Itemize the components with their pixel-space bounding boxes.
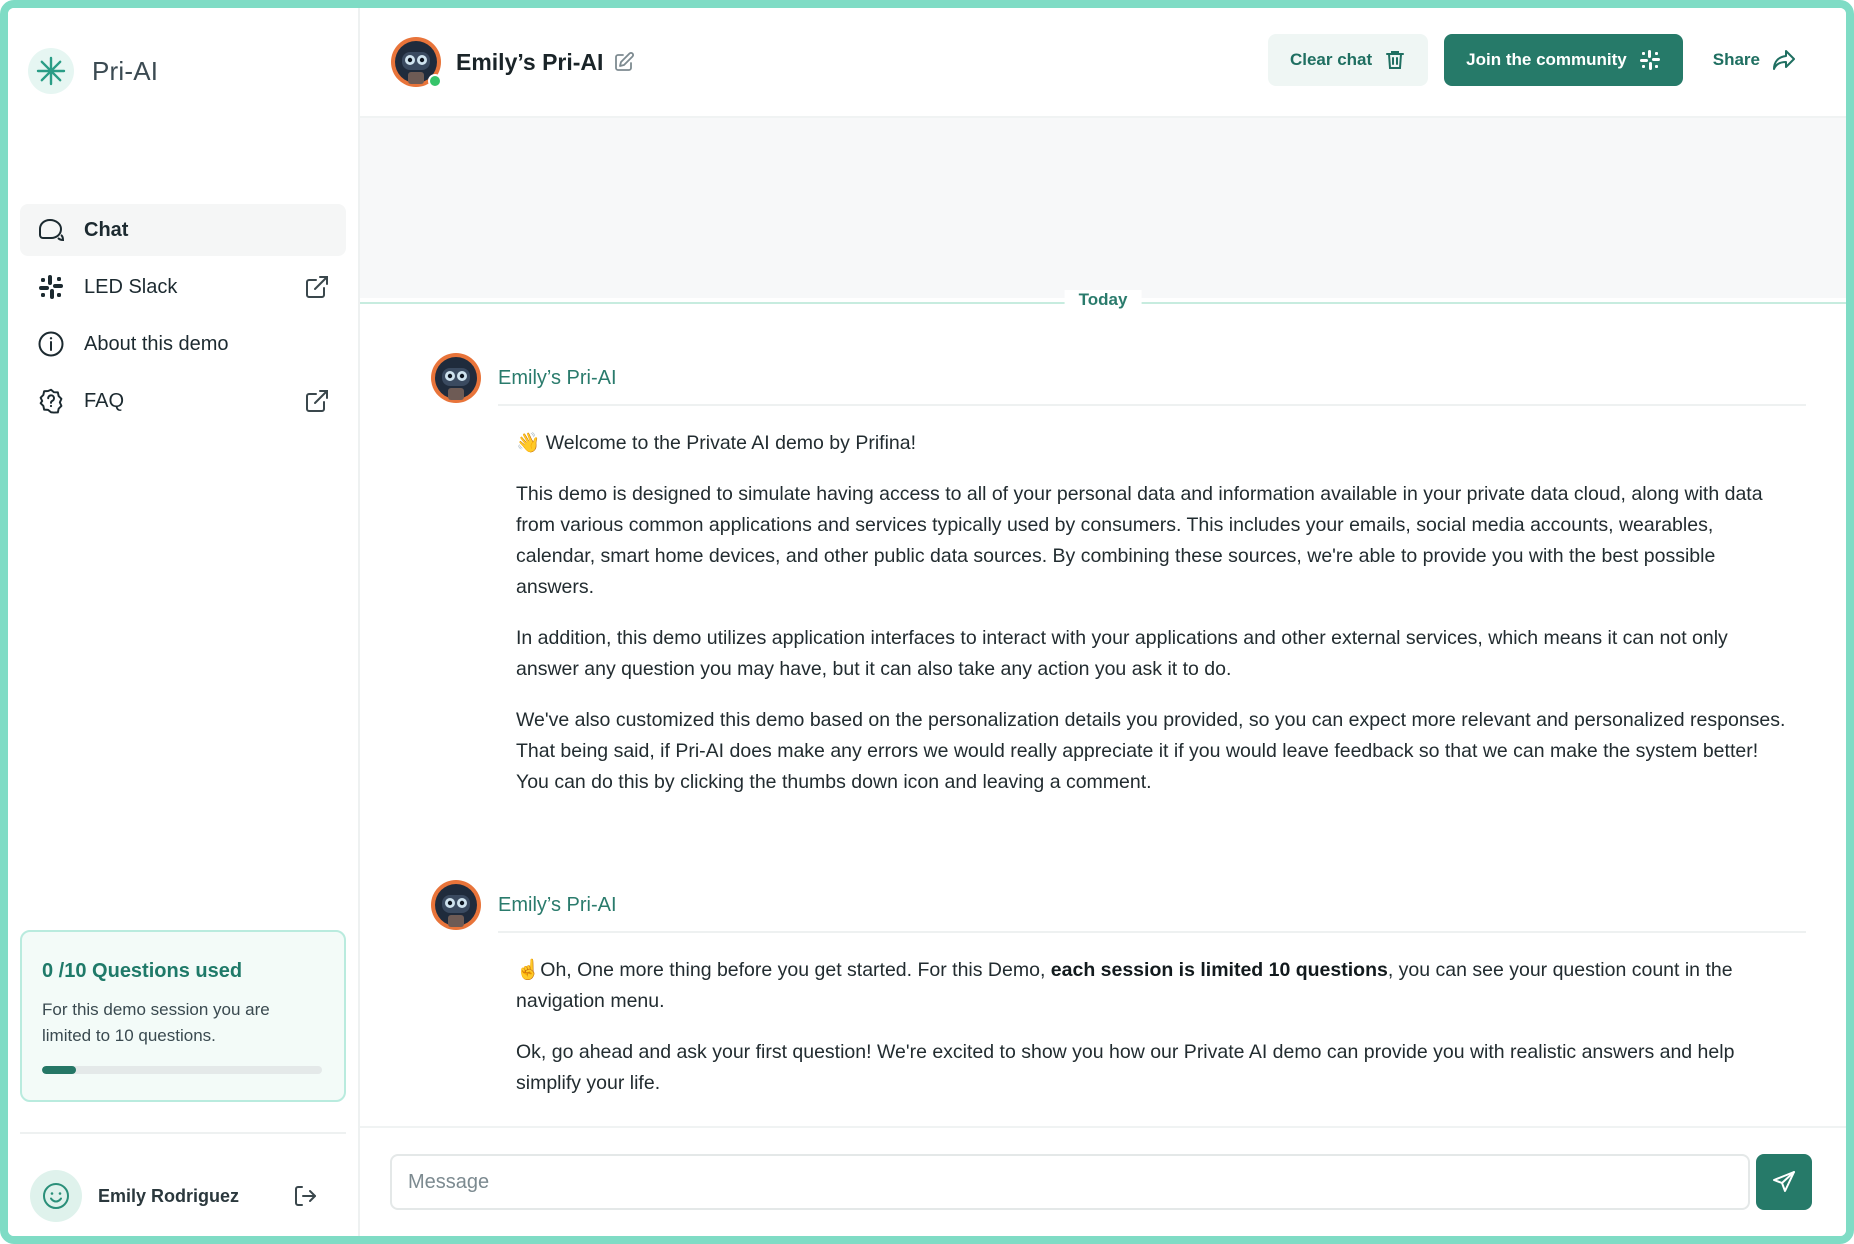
external-link-icon [304, 274, 330, 300]
sidebar-item-chat[interactable]: Chat [20, 204, 346, 256]
share-button[interactable]: Share [1699, 34, 1810, 86]
external-link-icon [304, 388, 330, 414]
main-panel: Emily’s Pri-AI Clear chat Join the commu… [360, 8, 1846, 1236]
brand-name: Pri-AI [92, 55, 159, 86]
message-paragraph: 👋 Welcome to the Private AI demo by Prif… [516, 432, 917, 454]
chat-header: Emily’s Pri-AI Clear chat Join the commu… [360, 8, 1846, 118]
sidebar-item-label: About this demo [84, 332, 229, 355]
trash-icon [1386, 51, 1405, 69]
send-button[interactable] [1756, 1154, 1812, 1210]
message-paragraph: This demo is designed to simulate having… [516, 483, 1763, 598]
message-body: ☝️Oh, One more thing before you get star… [516, 955, 1786, 1099]
slack-icon [1639, 50, 1660, 70]
online-status-dot [428, 74, 442, 88]
message-text: ☝️Oh, One more thing before you get star… [516, 959, 1051, 981]
logout-icon[interactable] [290, 1181, 320, 1211]
message-paragraph: ☝️Oh, One more thing before you get star… [516, 955, 1786, 1017]
join-community-label: Join the community [1466, 50, 1627, 69]
sidebar-item-label: FAQ [84, 389, 125, 412]
send-icon [1773, 1171, 1795, 1192]
question-badge-icon [36, 386, 66, 416]
pri-ai-logo-icon [28, 48, 74, 94]
chat-message: Emily’s Pri-AI 👋 Welcome to the Private … [430, 352, 1806, 818]
assistant-name: Emily’s Pri-AI [456, 48, 604, 75]
chat-bubble-icon [36, 215, 66, 245]
chat-scroll-top [360, 118, 1846, 298]
info-icon [36, 329, 66, 359]
message-paragraph: We've also customized this demo based on… [516, 709, 1786, 793]
user-profile: Emily Rodriguez [30, 1168, 340, 1224]
message-body: 👋 Welcome to the Private AI demo by Prif… [516, 428, 1786, 798]
sidebar-item-label: LED Slack [84, 275, 178, 298]
sidebar-item-label: Chat [84, 218, 129, 241]
share-label: Share [1712, 50, 1760, 69]
message-divider [498, 404, 1806, 406]
robot-icon [431, 353, 481, 403]
user-name: Emily Rodriguez [98, 1185, 240, 1206]
message-paragraph: In addition, this demo utilizes applicat… [516, 627, 1728, 680]
questions-quota-card: 0 /10 Questions used For this demo sessi… [20, 930, 346, 1102]
message-header: Emily’s Pri-AI [430, 879, 1806, 931]
sidebar-nav: Chat LED Slack About this demo FAQ [20, 204, 346, 432]
brand[interactable]: Pri-AI [28, 48, 158, 94]
message-composer [360, 1126, 1846, 1236]
chat-message: Emily’s Pri-AI ☝️Oh, One more thing befo… [430, 879, 1806, 1119]
message-sender: Emily’s Pri-AI [498, 366, 617, 389]
share-arrow-icon [1773, 50, 1795, 70]
sidebar: Pri-AI Chat LED Slack About this demo FA… [8, 8, 360, 1236]
chat-messages: Today Emily’s Pri-AI � [360, 118, 1846, 1126]
quota-description: For this demo session you are limited to… [42, 1000, 270, 1045]
bot-avatar [390, 36, 442, 88]
sidebar-item-led-slack[interactable]: LED Slack [20, 261, 346, 313]
message-input[interactable] [390, 1154, 1750, 1210]
message-header: Emily’s Pri-AI [430, 352, 1806, 404]
slack-icon [36, 272, 66, 302]
quota-progress-fill [42, 1066, 76, 1074]
message-sender: Emily’s Pri-AI [498, 893, 617, 916]
date-divider-label: Today [1064, 290, 1142, 310]
edit-icon[interactable] [613, 51, 635, 73]
quota-progress-bar [42, 1066, 322, 1074]
join-community-button[interactable]: Join the community [1444, 34, 1683, 86]
clear-chat-button[interactable]: Clear chat [1267, 34, 1429, 86]
sidebar-item-about-this-demo[interactable]: About this demo [20, 318, 346, 370]
sidebar-item-faq[interactable]: FAQ [20, 375, 346, 427]
clear-chat-label: Clear chat [1289, 50, 1373, 69]
smiley-avatar-icon[interactable] [30, 1170, 82, 1222]
robot-icon [431, 880, 481, 930]
date-divider: Today [360, 290, 1846, 314]
message-divider [498, 931, 1806, 933]
message-paragraph: Ok, go ahead and ask your first question… [516, 1041, 1735, 1094]
header-actions: Clear chat Join the community Share [1267, 34, 1810, 86]
divider [20, 1132, 346, 1134]
message-bold-text: each session is limited 10 questions [1050, 959, 1388, 981]
quota-title: 0 /10 Questions used [42, 960, 243, 982]
app-window: Pri-AI Chat LED Slack About this demo FA… [0, 0, 1854, 1244]
